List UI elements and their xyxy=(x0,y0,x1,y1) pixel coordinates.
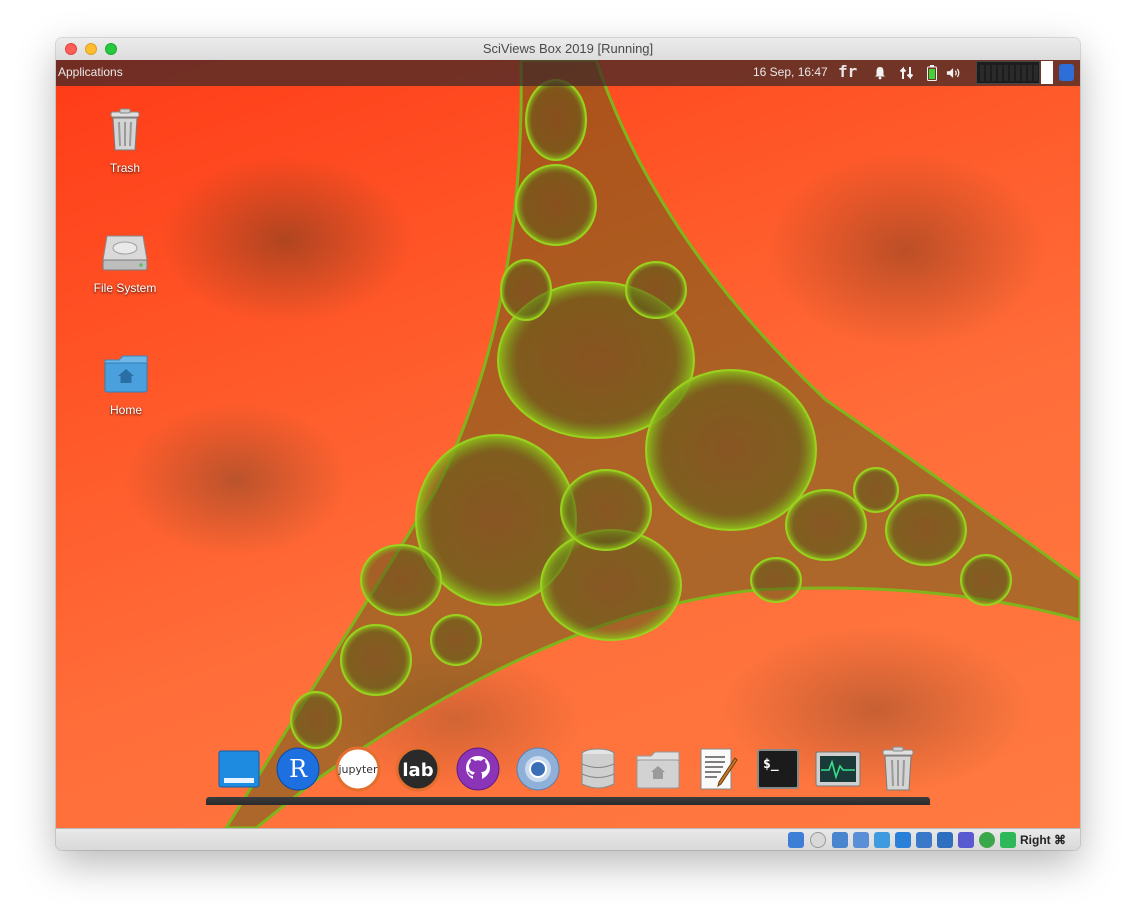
cpu-graph-bar xyxy=(1028,65,1032,81)
desktop-icon xyxy=(218,750,260,788)
r-logo-icon: R xyxy=(276,747,320,791)
window-titlebar[interactable]: SciViews Box 2019 [Running] xyxy=(56,38,1080,61)
cpu-graph-bar xyxy=(980,65,984,81)
panel-separator xyxy=(1041,61,1053,84)
network-transfer-icon[interactable] xyxy=(899,65,915,81)
github-icon xyxy=(456,747,500,791)
bell-icon[interactable] xyxy=(872,65,888,81)
svg-text:jupyter: jupyter xyxy=(337,763,378,776)
keyboard-layout-indicator[interactable]: fr xyxy=(838,62,857,81)
terminal-icon: $_ xyxy=(757,749,799,789)
network-status-icon[interactable] xyxy=(853,832,869,848)
virtualbox-window: SciViews Box 2019 [Running] Applications… xyxy=(56,38,1080,850)
jupyterlab-logo-icon: lab xyxy=(395,746,441,792)
display-status-icon[interactable] xyxy=(916,832,932,848)
r-launcher[interactable]: R xyxy=(275,746,321,792)
jupyter-launcher[interactable]: jupyter xyxy=(335,746,381,792)
svg-text:lab: lab xyxy=(402,760,433,781)
top-panel: Applications 16 Sep, 16:47 fr xyxy=(56,60,1080,86)
trash-icon xyxy=(110,108,140,151)
trash-icon xyxy=(882,746,914,791)
dock: R jupyter lab $_ xyxy=(206,740,930,804)
chromium-launcher[interactable] xyxy=(515,746,561,792)
virtualbox-status-bar: Right ⌘ xyxy=(56,828,1080,850)
cpu-graph-bar xyxy=(986,65,990,81)
clipman-icon[interactable] xyxy=(1059,64,1074,81)
jupyterlab-launcher[interactable]: lab xyxy=(395,746,441,792)
optical-drive-status-icon[interactable] xyxy=(810,832,826,848)
database-launcher[interactable] xyxy=(575,746,621,792)
desktop-icon-label: Trash xyxy=(109,161,141,175)
applications-menu[interactable]: Applications xyxy=(58,65,123,79)
cpu-graph-bar xyxy=(998,65,1002,81)
svg-text:R: R xyxy=(289,755,308,783)
cpu-graph-bar xyxy=(1010,65,1014,81)
chromium-icon xyxy=(516,747,560,791)
text-editor-icon xyxy=(700,748,738,790)
system-monitor-launcher[interactable] xyxy=(815,746,861,792)
hard-disk-status-icon[interactable] xyxy=(788,832,804,848)
clock[interactable]: 16 Sep, 16:47 xyxy=(753,65,828,79)
recording-status-icon[interactable] xyxy=(937,832,953,848)
cpu-graph-bar xyxy=(1022,65,1026,81)
trash-launcher[interactable] xyxy=(875,746,921,792)
desktop-icon-file-system[interactable]: File System xyxy=(80,234,170,295)
home-folder-icon xyxy=(636,751,680,789)
shared-folders-status-icon[interactable] xyxy=(895,832,911,848)
volume-icon[interactable] xyxy=(946,65,962,81)
cpu-graph-bar xyxy=(1034,65,1038,81)
cpu-graph-bar xyxy=(1004,65,1008,81)
hard-drive-icon xyxy=(102,235,148,271)
cpu-graph-bar xyxy=(1016,65,1020,81)
battery-icon[interactable] xyxy=(924,65,940,81)
guest-desktop[interactable]: Applications 16 Sep, 16:47 fr Trash File… xyxy=(56,60,1080,828)
host-key-label: Right ⌘ xyxy=(1020,833,1066,847)
desktop-icon-home[interactable]: Home xyxy=(81,354,171,417)
desktop-launcher[interactable] xyxy=(216,746,262,792)
wallpaper-fractal xyxy=(224,60,1080,828)
desktop-icon-label: File System xyxy=(93,281,157,295)
cpu-graph-bar xyxy=(992,65,996,81)
cpu-graph-monitor[interactable] xyxy=(976,61,1040,84)
home-folder-launcher[interactable] xyxy=(635,746,681,792)
keyboard-capture-status-icon[interactable] xyxy=(1000,832,1016,848)
usb-status-icon[interactable] xyxy=(874,832,890,848)
virtualization-status-icon[interactable] xyxy=(958,832,974,848)
mouse-integration-status-icon[interactable] xyxy=(979,832,995,848)
desktop-icon-trash[interactable]: Trash xyxy=(80,108,170,175)
audio-status-icon[interactable] xyxy=(832,832,848,848)
desktop-icon-label: Home xyxy=(109,403,142,417)
text-editor-launcher[interactable] xyxy=(695,746,741,792)
database-icon xyxy=(581,748,615,789)
system-monitor-icon xyxy=(815,751,861,787)
github-launcher[interactable] xyxy=(455,746,501,792)
home-folder-icon xyxy=(104,355,148,393)
terminal-launcher[interactable]: $_ xyxy=(755,746,801,792)
jupyter-logo-icon: jupyter xyxy=(335,746,381,792)
svg-text:$_: $_ xyxy=(763,757,779,772)
window-title: SciViews Box 2019 [Running] xyxy=(482,41,654,56)
